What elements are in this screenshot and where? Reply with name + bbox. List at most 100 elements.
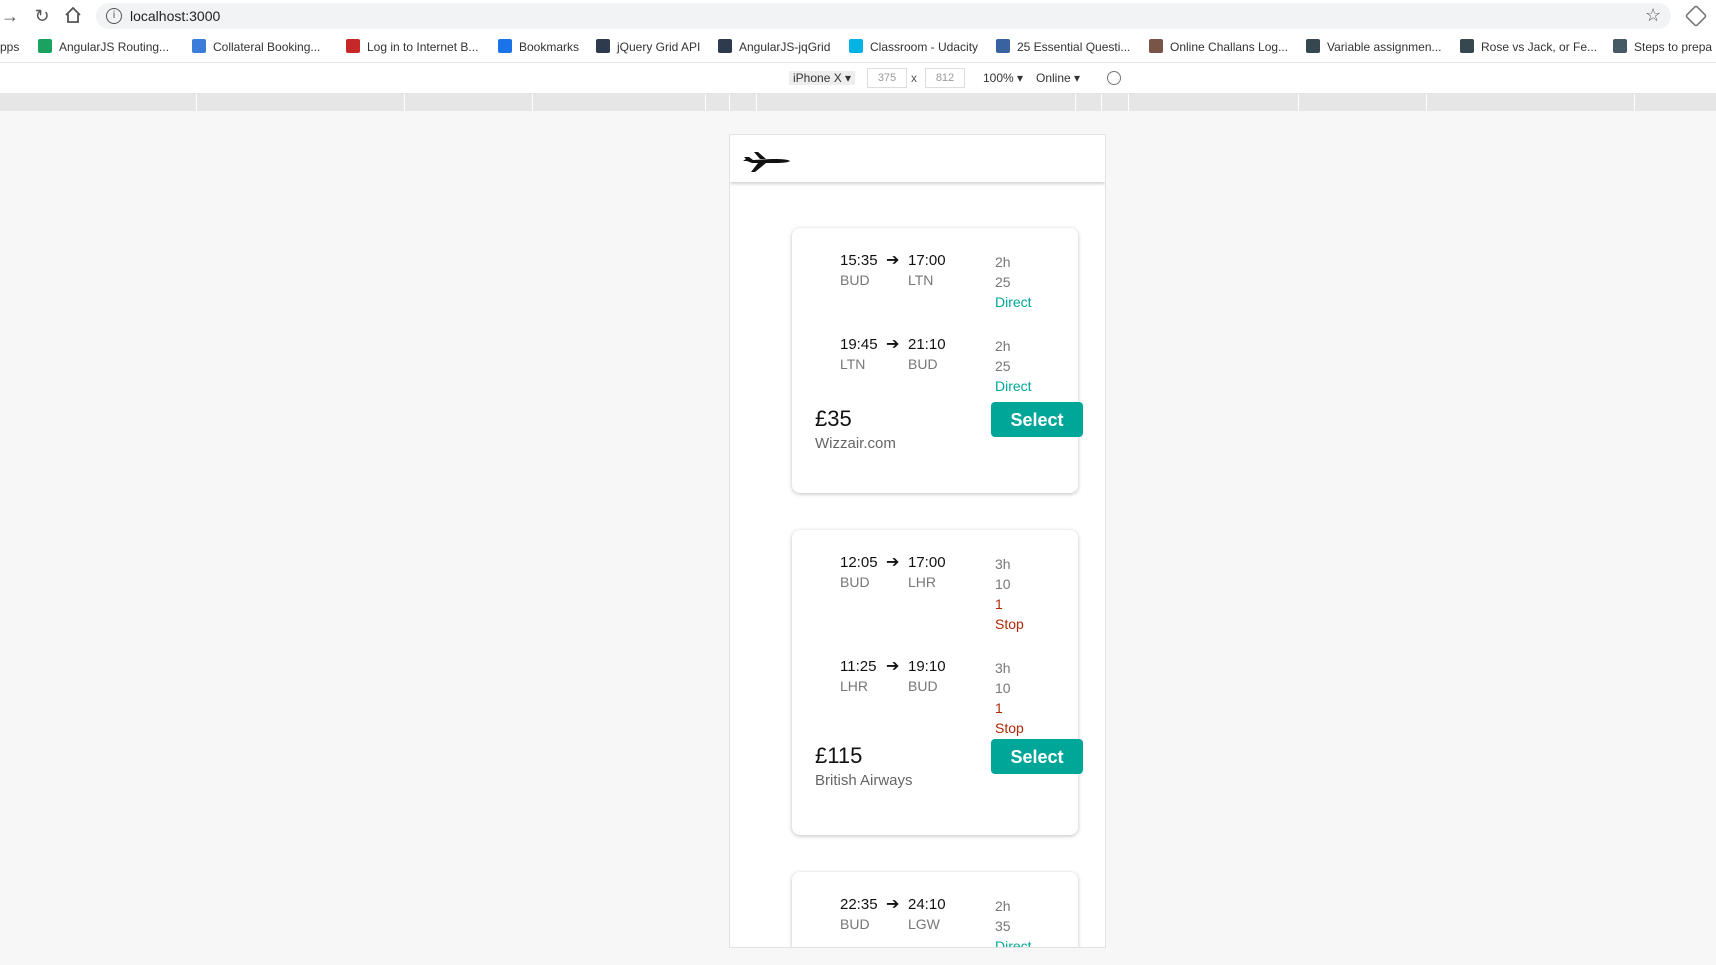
departure-airport: LTN [840, 356, 866, 372]
shield-icon [1306, 39, 1320, 53]
rotate-icon[interactable] [1107, 71, 1121, 85]
arrow-right-icon: ➔ [886, 334, 900, 353]
viewport-width-input[interactable]: 375 [867, 68, 907, 88]
arrival-airport: BUD [908, 678, 938, 694]
jquery-icon [596, 39, 610, 53]
reload-icon[interactable]: ↻ [32, 6, 52, 26]
home-icon[interactable] [63, 6, 83, 26]
bookmark-label: Log in to Internet B... [367, 40, 479, 54]
viewport-height-input[interactable]: 812 [925, 68, 965, 88]
bookmark-item[interactable]: Online Challans Log... [1149, 39, 1288, 55]
leg-duration: 2h 25 Direct [995, 252, 1055, 312]
bookmark-star-icon[interactable]: ☆ [1645, 5, 1661, 26]
bookmark-item[interactable]: Variable assignmen... [1306, 39, 1442, 55]
leg-duration: 2h 35 Direct [995, 896, 1055, 948]
duration-minutes: 35 [995, 918, 1011, 934]
arrival-airport: LGW [908, 916, 940, 932]
jqgrid-icon [718, 39, 732, 53]
duration-minutes: 10 [995, 576, 1011, 592]
arrow-right-icon: ➔ [886, 894, 900, 913]
arrow-right-icon: ➔ [886, 552, 900, 571]
departure-time: 15:35 [840, 252, 878, 269]
bookmark-label: Online Challans Log... [1170, 40, 1289, 54]
device-toolbar: iPhone X ▾ 375 x 812 100% ▾ Online ▾ [0, 63, 1716, 94]
challan-icon [1149, 39, 1163, 53]
address-bar[interactable]: i localhost:3000 [96, 3, 1671, 29]
bookmark-label: Rose vs Jack, or Fe... [1481, 40, 1598, 54]
leg-duration: 3h 10 1 Stop [995, 658, 1055, 738]
duration-hours: 3h [995, 660, 1011, 676]
departure-airport: BUD [840, 916, 870, 932]
bookmark-label: Variable assignmen... [1327, 40, 1442, 54]
toptal-icon [996, 39, 1010, 53]
star-icon [498, 39, 512, 53]
duration-hours: 3h [995, 556, 1011, 572]
bookmark-label: AngularJS Routing... [59, 40, 170, 54]
extension-icon[interactable] [1684, 4, 1708, 28]
zoom-select[interactable]: 100% ▾ [983, 71, 1023, 85]
departure-time: 11:25 [840, 658, 877, 675]
stops-badge: Stop [995, 720, 1024, 736]
bookmark-item[interactable]: jQuery Grid API [596, 39, 700, 55]
app-header [730, 135, 1105, 182]
arrival-airport: BUD [908, 356, 938, 372]
vp-icon [38, 39, 52, 53]
forward-icon[interactable]: → [0, 6, 20, 26]
shield-icon [1460, 39, 1474, 53]
udacity-icon [849, 39, 863, 53]
arrival-time: 17:00 [908, 252, 946, 269]
stops-badge: Stop [995, 616, 1024, 632]
bookmark-label: Bookmarks [519, 40, 580, 54]
arrival-airport: LTN [908, 272, 934, 288]
arrival-time: 19:10 [908, 658, 946, 675]
leg-duration: 2h 25 Direct [995, 336, 1055, 396]
stops-badge: 1 [995, 700, 1003, 716]
bookmark-label: Steps to prepa [1634, 40, 1713, 54]
direct-badge: Direct [995, 294, 1032, 310]
flight-price: £35 [815, 406, 852, 431]
bookmark-item[interactable]: Steps to prepa [1613, 39, 1712, 55]
arrow-right-icon: ➔ [886, 250, 900, 269]
bookmark-label: pps [0, 40, 20, 54]
direct-badge: Direct [995, 378, 1032, 394]
collateral-icon [192, 39, 206, 53]
duration-minutes: 25 [995, 274, 1011, 290]
bookmark-item[interactable]: 25 Essential Questi... [996, 39, 1130, 55]
direct-badge: Direct [995, 938, 1032, 948]
duration-hours: 2h [995, 254, 1011, 270]
departure-airport: LHR [840, 678, 869, 694]
airline-name: Wizzair.com [815, 435, 896, 452]
bookmark-item[interactable]: Rose vs Jack, or Fe... [1460, 39, 1597, 55]
departure-airport: BUD [840, 574, 870, 590]
bookmark-item[interactable]: Bookmarks [498, 39, 579, 55]
duration-minutes: 25 [995, 358, 1011, 374]
select-flight-button[interactable]: Select [991, 739, 1083, 774]
flight-price: £115 [815, 743, 863, 768]
bookmarks-bar: pps AngularJS Routing... Collateral Bookin… [0, 32, 1716, 63]
device-select[interactable]: iPhone X ▾ [789, 71, 856, 85]
departure-time: 12:05 [840, 554, 878, 571]
departure-time: 22:35 [840, 896, 878, 913]
flight-card: 12:05 ➔ 17:00 BUD LHR 3h 10 1 Stop 11:25 ➔ 19:10 LHR… [792, 530, 1083, 835]
url-text[interactable]: localhost:3000 [130, 8, 220, 24]
bookmark-item[interactable]: Classroom - Udacity [849, 39, 978, 55]
bookmark-label: jQuery Grid API [617, 40, 701, 54]
departure-airport: BUD [840, 272, 870, 288]
bookmark-label: AngularJS-jqGrid [739, 40, 831, 54]
arrival-airport: LHR [908, 574, 937, 590]
bookmark-item[interactable]: AngularJS-jqGrid [718, 39, 830, 55]
leg-duration: 3h 10 1 Stop [995, 554, 1055, 634]
select-flight-button[interactable]: Select [991, 402, 1083, 437]
info-icon[interactable]: i [106, 8, 122, 24]
flight-card: 22:35 ➔ 24:10 BUD LGW 2h 35 Direct [792, 872, 1078, 948]
bookmark-item[interactable]: pps [0, 39, 19, 55]
bookmark-item[interactable]: AngularJS Routing... [38, 39, 169, 55]
airplane-logo-icon [743, 152, 790, 172]
bookmark-item[interactable]: Log in to Internet B... [346, 39, 478, 55]
dimension-separator: x [911, 71, 917, 85]
stops-badge: 1 [995, 596, 1003, 612]
arrival-time: 24:10 [908, 896, 946, 913]
network-select[interactable]: Online ▾ [1036, 71, 1080, 85]
bookmark-label: Classroom - Udacity [870, 40, 979, 54]
bookmark-item[interactable]: Collateral Booking... [192, 39, 320, 55]
